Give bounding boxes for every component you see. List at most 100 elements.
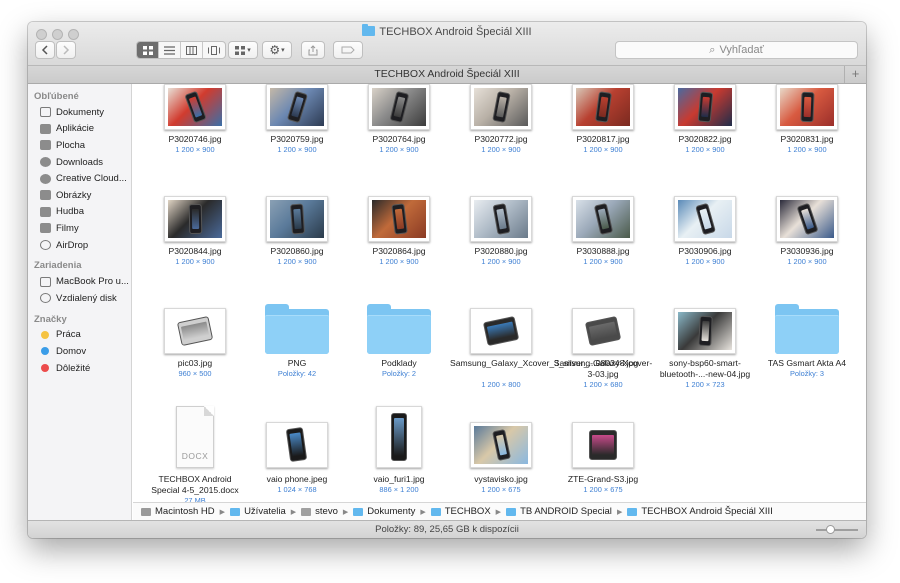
path-item[interactable]: TB ANDROID Special (506, 506, 612, 517)
file-item[interactable]: pic03.jpg 960 × 500 (144, 288, 246, 398)
image-thumbnail (674, 84, 736, 130)
column-view-icon[interactable] (181, 42, 203, 58)
documents-icon (40, 107, 51, 118)
file-item[interactable]: P3020746.jpg 1 200 × 900 (144, 84, 246, 174)
file-meta: 1 200 × 900 (175, 257, 215, 266)
sidebar-item-dokumenty[interactable]: Dokumenty (28, 104, 131, 121)
device-in-photo (176, 315, 214, 346)
file-meta: 1 200 × 900 (481, 257, 521, 266)
tag-icon (341, 46, 355, 54)
image-thumbnail (572, 84, 634, 130)
sidebar-item-creative-cloud[interactable]: Creative Cloud... (28, 170, 131, 187)
action-menu-button[interactable]: ⚙ ▾ (262, 41, 292, 59)
file-item[interactable]: Podklady Položky: 2 (348, 288, 450, 398)
device-screen (394, 208, 404, 229)
back-button[interactable] (35, 41, 55, 59)
file-item[interactable]: P3020880.jpg 1 200 × 900 (450, 176, 552, 286)
sidebar-item-label: Downloads (56, 156, 103, 168)
file-item[interactable]: PNG Položky: 42 (246, 288, 348, 398)
file-item[interactable]: P3020764.jpg 1 200 × 900 (348, 84, 450, 174)
device-screen (495, 208, 507, 229)
icon-size-slider[interactable] (816, 525, 858, 534)
window-title-text: TECHBOX Android Špeciál XIII (379, 26, 532, 38)
file-item[interactable]: P3020817.jpg 1 200 × 900 (552, 84, 654, 174)
image-thumbnail (674, 308, 736, 354)
sidebar-item-filmy[interactable]: Filmy (28, 220, 131, 237)
file-item[interactable]: P3030888.jpg 1 200 × 900 (552, 176, 654, 286)
file-meta: 960 × 500 (178, 369, 212, 378)
image-thumbnail (368, 84, 430, 130)
file-item[interactable]: P3020772.jpg 1 200 × 900 (450, 84, 552, 174)
tab-current-folder[interactable]: TECHBOX Android Špeciál XIII (374, 68, 519, 80)
file-item[interactable]: P3020844.jpg 1 200 × 900 (144, 176, 246, 286)
path-item[interactable]: stevo (301, 506, 338, 517)
sidebar-item-hudba[interactable]: Hudba (28, 204, 131, 221)
file-item[interactable]: P3030936.jpg 1 200 × 900 (756, 176, 858, 286)
image-thumbnail (470, 196, 532, 242)
path-item[interactable]: Užívatelia (230, 506, 286, 517)
thumbnail-image (474, 200, 528, 238)
file-item[interactable]: vaio_furi1.jpg 886 × 1 200 (348, 400, 450, 502)
file-item[interactable]: P3030906.jpg 1 200 × 900 (654, 176, 756, 286)
movies-icon (40, 223, 51, 234)
edit-tags-button[interactable] (333, 41, 363, 59)
file-name: ZTE-Grand-S3.jpg (567, 474, 639, 484)
file-name: sony-bsp60-smart-bluetooth-...-new-04.jp… (659, 358, 751, 379)
image-thumbnail (266, 196, 328, 242)
share-button[interactable] (301, 41, 325, 59)
thumbnail-image (576, 88, 630, 126)
device-screen (588, 321, 618, 340)
sidebar-item-vzdialen-disk[interactable]: Vzdialený disk (28, 290, 131, 307)
path-item[interactable]: Dokumenty (353, 506, 415, 517)
file-item[interactable]: P3020864.jpg 1 200 × 900 (348, 176, 450, 286)
path-item[interactable]: Macintosh HD (141, 506, 215, 517)
sidebar-item-plocha[interactable]: Plocha (28, 137, 131, 154)
path-item[interactable]: TECHBOX (430, 506, 491, 517)
device-in-photo (593, 202, 613, 235)
sidebar-item-obr-zky[interactable]: Obrázky (28, 187, 131, 204)
creative-cloud-icon (40, 173, 51, 184)
sidebar-item-pr-ca[interactable]: Práca (28, 327, 131, 344)
folder-icon (367, 304, 431, 354)
sidebar-item-macbook-pro-u[interactable]: MacBook Pro u... (28, 273, 131, 290)
file-meta: 1 200 × 900 (787, 257, 827, 266)
path-separator-icon: ▶ (616, 508, 623, 516)
hard-drive-icon (141, 507, 151, 516)
file-item[interactable]: vystavisko.jpg 1 200 × 675 (450, 400, 552, 502)
file-item[interactable]: TAS Gsmart Akta A4 Položky: 3 (756, 288, 858, 398)
file-meta: 1 200 × 900 (175, 145, 215, 154)
device-in-photo (491, 90, 511, 123)
file-item[interactable]: P3020831.jpg 1 200 × 900 (756, 84, 858, 174)
device-screen (598, 96, 608, 117)
file-item[interactable]: Samsung_Galaxy_Xcover_3_silver_...080348… (450, 288, 638, 398)
file-item[interactable]: P3020759.jpg 1 200 × 900 (246, 84, 348, 174)
file-meta: 1 200 × 675 (481, 485, 521, 494)
file-item[interactable]: sony-bsp60-smart-bluetooth-...-new-04.jp… (654, 288, 756, 398)
sidebar-item-domov[interactable]: Domov (28, 343, 131, 360)
forward-button[interactable] (56, 41, 76, 59)
search-field[interactable]: ⌕ Vyhľadať (615, 41, 858, 59)
docx-file-icon: DOCX (176, 406, 214, 468)
thumbnail-image (474, 426, 528, 464)
icon-size-slider-knob[interactable] (826, 525, 836, 534)
coverflow-view-icon[interactable] (203, 42, 225, 58)
sidebar-item-aplik-cie[interactable]: Aplikácie (28, 121, 131, 138)
sidebar-item-airdrop[interactable]: AirDrop (28, 237, 131, 254)
new-tab-button[interactable]: + (844, 66, 866, 83)
device-screen (800, 208, 814, 230)
sidebar-item-downloads[interactable]: Downloads (28, 154, 131, 171)
file-item[interactable]: vaio phone.jpeg 1 024 × 768 (246, 400, 348, 502)
icon-view-icon[interactable] (137, 42, 159, 58)
file-item[interactable]: P3020860.jpg 1 200 × 900 (246, 176, 348, 286)
file-item[interactable]: DOCX TECHBOX Android Special 4-5_2015.doc… (144, 400, 246, 502)
file-name: TECHBOX Android Special 4-5_2015.docx (151, 474, 239, 495)
arrange-button[interactable]: ▾ (228, 41, 258, 59)
list-view-icon[interactable] (159, 42, 181, 58)
file-item[interactable]: P3020822.jpg 1 200 × 900 (654, 84, 756, 174)
file-meta: Položky: 42 (277, 369, 317, 378)
file-item[interactable]: Samsung-Galaxy-Xcover-3-03.jpg 1 200 × 68… (552, 288, 654, 398)
file-item[interactable]: ZTE-Grand-S3.jpg 1 200 × 675 (552, 400, 654, 502)
path-item[interactable]: TECHBOX Android Špeciál XIII (627, 506, 773, 517)
sidebar-item-d-le-it[interactable]: Dôležité (28, 360, 131, 377)
thumbnail-image (576, 426, 630, 464)
